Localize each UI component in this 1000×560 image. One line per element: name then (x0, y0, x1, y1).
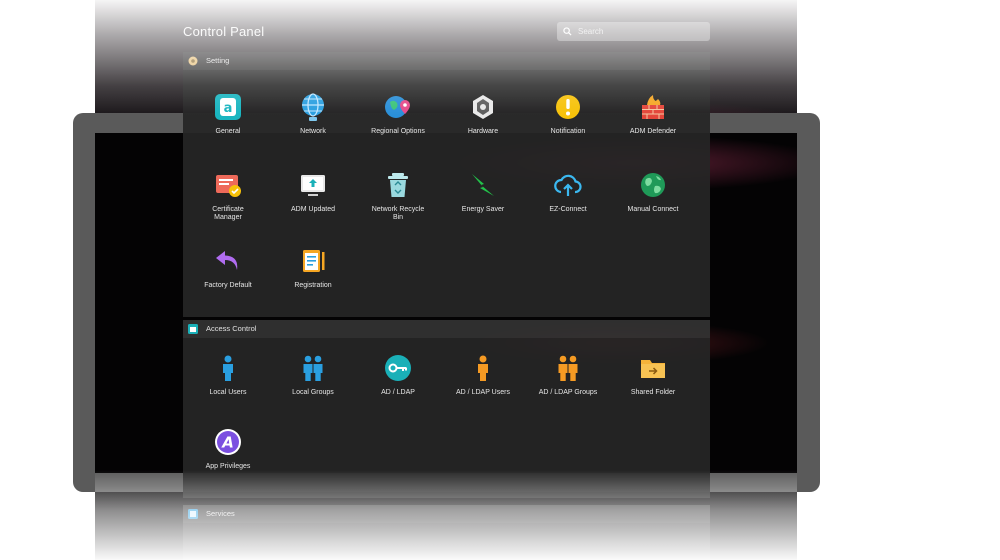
firewall-icon (642, 95, 664, 119)
setting-item-ez-connect[interactable]: EZ-Connect (526, 170, 610, 214)
svg-text:a: a (224, 101, 233, 116)
setting-section-title: Setting (206, 56, 230, 65)
setting-item-network-recycle-bin[interactable]: Network Recycle Bin (356, 170, 440, 222)
setting-section: Setting a General Network Regional Optio… (183, 52, 710, 317)
setting-section-header: Setting (183, 52, 710, 70)
recycle-bin-icon (388, 173, 408, 197)
setting-item-notification[interactable]: Notification (526, 92, 610, 136)
setting-item-manual-connect[interactable]: Manual Connect (611, 170, 695, 214)
setting-item-label: Notification (550, 128, 586, 135)
key-icon (385, 355, 411, 381)
setting-item-label: Network Recycle Bin (371, 206, 425, 221)
access-item-label: Local Users (209, 389, 247, 396)
setting-item-label: General (215, 128, 241, 135)
access-item-app-privileges[interactable]: A App Privileges (186, 427, 270, 471)
setting-item-label: ADM Defender (629, 128, 677, 135)
access-item-local-users[interactable]: Local Users (186, 353, 270, 397)
svg-text:A: A (221, 434, 234, 452)
ldap-user-icon (478, 355, 488, 381)
undo-arrow-icon (216, 251, 238, 270)
group-icon (303, 355, 323, 381)
cloud-upload-icon (554, 174, 582, 196)
manual-connect-globe-icon (641, 173, 665, 197)
gear-icon (188, 56, 198, 66)
folder-icon (641, 360, 665, 378)
setting-item-label: Energy Saver (461, 206, 505, 213)
access-control-section-title: Access Control (206, 324, 257, 333)
services-section-header: Services (183, 505, 710, 523)
access-control-section: Access Control Local Users Local Groups … (183, 320, 710, 498)
setting-item-network[interactable]: Network (271, 92, 355, 136)
search-box[interactable] (557, 22, 710, 41)
setting-item-label: Regional Options (371, 128, 425, 135)
access-item-ad-ldap[interactable]: AD / LDAP (356, 353, 440, 397)
app-privileges-icon: A (215, 429, 241, 455)
setting-item-general[interactable]: a General (186, 92, 270, 136)
setting-item-label: Hardware (467, 128, 499, 135)
access-item-label: AD / LDAP (381, 389, 415, 396)
update-icon (301, 175, 325, 196)
window-title: Control Panel (183, 24, 265, 39)
setting-item-regional-options[interactable]: Regional Options (356, 92, 440, 136)
setting-item-adm-updated[interactable]: ADM Updated (271, 170, 355, 214)
setting-item-certificate-manager[interactable]: Certificate Manager (186, 170, 270, 222)
setting-item-hardware[interactable]: Hardware (441, 92, 525, 136)
access-item-ad-ldap-users[interactable]: AD / LDAP Users (441, 353, 525, 397)
user-icon (223, 355, 233, 381)
general-icon: a (215, 94, 241, 120)
globe-icon (302, 93, 324, 121)
services-section: Services (183, 505, 710, 560)
ldap-group-icon (558, 355, 578, 381)
setting-item-label: EZ-Connect (549, 206, 587, 213)
clipboard-icon (303, 250, 325, 272)
certificate-icon (216, 175, 241, 197)
setting-item-label: Manual Connect (627, 206, 679, 213)
access-control-icon (188, 324, 198, 334)
setting-item-registration[interactable]: Registration (271, 246, 355, 290)
setting-item-factory-default[interactable]: Factory Default (186, 246, 270, 290)
notification-icon (556, 95, 580, 119)
access-item-label: Shared Folder (630, 389, 676, 396)
access-control-section-header: Access Control (183, 320, 710, 338)
setting-item-adm-defender[interactable]: ADM Defender (611, 92, 695, 136)
access-item-local-groups[interactable]: Local Groups (271, 353, 355, 397)
access-item-label: Local Groups (292, 389, 334, 396)
access-item-label: AD / LDAP Users (456, 389, 510, 396)
access-item-shared-folder[interactable]: Shared Folder (611, 353, 695, 397)
services-icon (188, 509, 198, 519)
setting-item-energy-saver[interactable]: Energy Saver (441, 170, 525, 214)
regional-options-icon (385, 96, 410, 118)
search-icon (563, 27, 572, 36)
access-item-ad-ldap-groups[interactable]: AD / LDAP Groups (526, 353, 610, 397)
setting-item-label: ADM Updated (291, 206, 335, 213)
search-input[interactable] (578, 27, 698, 36)
setting-item-label: Certificate Manager (212, 206, 244, 221)
access-item-label: AD / LDAP Groups (538, 389, 598, 396)
setting-item-label: Registration (294, 282, 332, 289)
services-section-title: Services (206, 509, 235, 518)
setting-item-label: Network (300, 128, 326, 135)
access-item-label: App Privileges (205, 463, 251, 470)
setting-item-label: Factory Default (204, 282, 252, 289)
lightning-icon (472, 174, 494, 196)
hardware-icon (473, 95, 493, 119)
